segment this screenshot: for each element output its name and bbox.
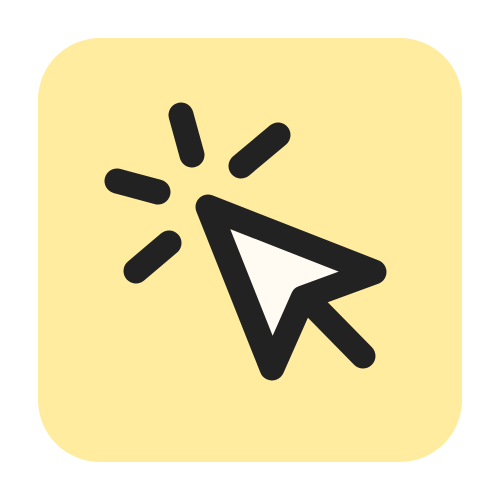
canvas: [0, 0, 500, 500]
click-cursor-icon: [38, 38, 462, 462]
click-line-top: [168, 102, 205, 168]
click-line-left: [104, 168, 171, 205]
app-icon-tile: [38, 38, 462, 462]
